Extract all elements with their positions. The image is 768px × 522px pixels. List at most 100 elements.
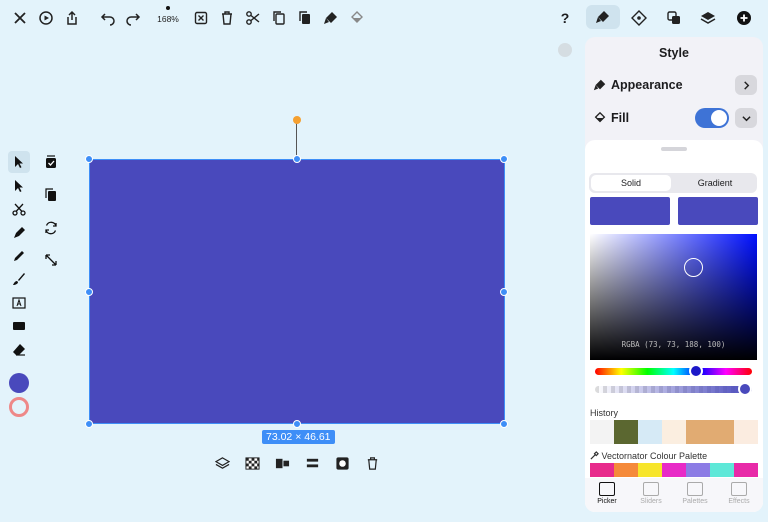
segment-gradient[interactable]: Gradient — [675, 175, 755, 191]
share-icon[interactable] — [60, 7, 84, 29]
effects-icon — [731, 482, 747, 496]
appearance-label: Appearance — [611, 78, 683, 92]
direct-select-icon[interactable] — [8, 175, 30, 197]
rotate-icon[interactable] — [40, 217, 62, 239]
scissors-icon[interactable] — [241, 7, 265, 29]
tab-effects[interactable]: Effects — [717, 482, 761, 505]
scissors-tool-icon[interactable] — [8, 199, 30, 221]
brush-icon[interactable] — [8, 268, 30, 290]
style-icon[interactable] — [586, 5, 620, 29]
hue-slider-knob[interactable] — [689, 364, 703, 378]
current-color-preview[interactable] — [590, 197, 670, 225]
resize-handle-top[interactable] — [293, 155, 301, 163]
mask-context-icon[interactable] — [332, 454, 352, 472]
align-icon[interactable] — [302, 454, 322, 472]
paint-bucket-icon[interactable] — [345, 7, 369, 29]
history-swatch[interactable] — [686, 420, 710, 444]
trash-icon[interactable] — [215, 7, 239, 29]
add-icon[interactable] — [732, 7, 756, 29]
pencil-icon[interactable] — [8, 245, 30, 267]
layout-icon[interactable] — [627, 7, 651, 29]
zoom-indicator[interactable]: 168% — [154, 5, 182, 29]
palette-swatch[interactable] — [686, 463, 710, 477]
history-swatch[interactable] — [638, 420, 662, 444]
palette-swatch[interactable] — [662, 463, 686, 477]
duplicate-icon[interactable] — [40, 184, 62, 206]
resize-handle-left[interactable] — [85, 288, 93, 296]
fill-toggle[interactable] — [695, 108, 729, 128]
tab-palettes-label: Palettes — [682, 498, 708, 505]
appearance-icon — [593, 79, 606, 91]
opacity-slider[interactable] — [595, 386, 752, 393]
mask-icon[interactable] — [40, 151, 62, 173]
undo-icon[interactable] — [96, 7, 120, 29]
color-picker-sheet: Solid Gradient RGBA (73, 73, 188, 100) H… — [585, 140, 763, 512]
palette-swatch[interactable] — [590, 463, 614, 477]
pen-icon[interactable] — [8, 222, 30, 244]
tab-sliders-label: Sliders — [640, 498, 662, 505]
tab-palettes[interactable]: Palettes — [673, 482, 717, 505]
text-icon[interactable] — [8, 292, 30, 314]
previous-color-preview[interactable] — [678, 197, 758, 225]
chevron-right-icon[interactable] — [735, 75, 757, 95]
status-dot — [558, 43, 572, 57]
segment-solid[interactable]: Solid — [591, 175, 671, 191]
sheet-grabber[interactable] — [661, 147, 687, 151]
opacity-slider-knob[interactable] — [738, 382, 752, 396]
picker-icon — [599, 482, 615, 496]
resize-handle-bottom-left[interactable] — [85, 420, 93, 428]
boolean-icon[interactable] — [272, 454, 292, 472]
resize-handle-top-left[interactable] — [85, 155, 93, 163]
fill-color-swatch[interactable] — [9, 373, 29, 393]
checker-icon[interactable] — [242, 454, 262, 472]
copy-icon[interactable] — [267, 7, 291, 29]
redo-icon[interactable] — [121, 7, 145, 29]
color-cursor[interactable] — [684, 258, 703, 277]
history-swatch[interactable] — [662, 420, 686, 444]
resize-icon[interactable] — [40, 249, 62, 271]
pointer-icon[interactable] — [8, 151, 30, 173]
rotation-handle[interactable] — [293, 116, 301, 124]
appearance-row[interactable]: Appearance — [593, 73, 757, 97]
resize-handle-bottom[interactable] — [293, 420, 301, 428]
eraser-icon[interactable] — [8, 339, 30, 361]
hue-slider[interactable] — [595, 368, 752, 375]
stroke-color-swatch[interactable] — [9, 397, 29, 417]
rotation-line — [296, 121, 297, 159]
sliders-icon — [643, 482, 659, 496]
arrange-icon[interactable] — [662, 7, 686, 29]
palette-swatch[interactable] — [734, 463, 758, 477]
zoom-dot-icon — [166, 6, 170, 10]
resize-handle-right[interactable] — [500, 288, 508, 296]
rectangle-icon[interactable] — [8, 315, 30, 337]
resize-handle-top-right[interactable] — [500, 155, 508, 163]
play-icon[interactable] — [34, 7, 58, 29]
layers-context-icon[interactable] — [212, 454, 232, 472]
dimensions-label: 73.02 × 46.61 — [262, 430, 335, 444]
palette-swatch[interactable] — [710, 463, 734, 477]
context-toolbar — [208, 450, 388, 476]
history-swatch[interactable] — [590, 420, 614, 444]
help-button[interactable]: ? — [553, 7, 577, 29]
delete-box-icon[interactable] — [189, 7, 213, 29]
delete-context-icon[interactable] — [362, 454, 382, 472]
tab-sliders[interactable]: Sliders — [629, 482, 673, 505]
history-swatch[interactable] — [710, 420, 734, 444]
palette-swatch[interactable] — [614, 463, 638, 477]
layers-icon[interactable] — [696, 7, 720, 29]
fill-label: Fill — [611, 111, 630, 125]
paste-icon[interactable] — [293, 7, 317, 29]
picker-tabs: Picker Sliders Palettes Effects — [585, 478, 763, 512]
palette-swatch[interactable] — [638, 463, 662, 477]
history-swatch[interactable] — [734, 420, 758, 444]
selected-rectangle[interactable] — [89, 159, 505, 424]
resize-handle-bottom-right[interactable] — [500, 420, 508, 428]
palette-label: Vectornator Colour Palette — [590, 451, 707, 461]
style-copy-icon[interactable] — [319, 7, 343, 29]
chevron-down-icon[interactable] — [735, 108, 757, 128]
fill-type-segment: Solid Gradient — [589, 173, 757, 193]
history-swatch[interactable] — [614, 420, 638, 444]
tab-picker[interactable]: Picker — [585, 482, 629, 505]
saturation-value-picker[interactable]: RGBA (73, 73, 188, 100) — [590, 234, 757, 360]
close-icon[interactable] — [8, 7, 32, 29]
